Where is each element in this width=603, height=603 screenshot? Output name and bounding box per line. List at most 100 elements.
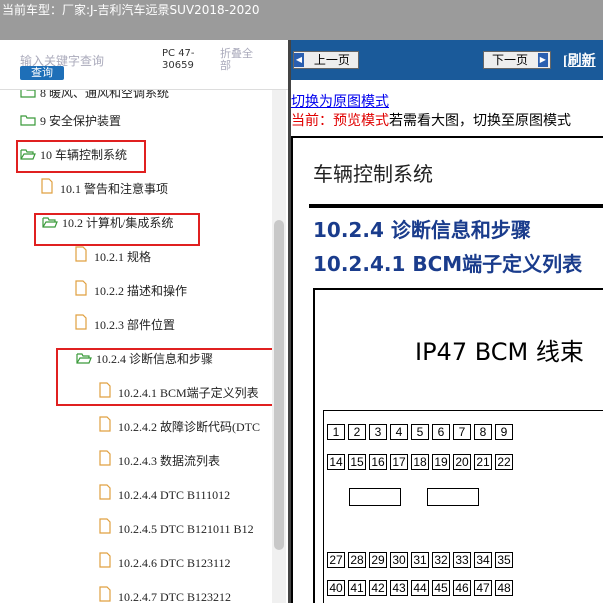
- connector-pin: 44: [411, 580, 429, 596]
- connector-pin: 40: [327, 580, 345, 596]
- connector-pin: 15: [348, 454, 366, 470]
- connector-pin: 22: [495, 454, 513, 470]
- doc-heading: 车辆控制系统: [313, 162, 433, 186]
- tree-item-label: 10.2.4.3 数据流列表: [118, 454, 221, 468]
- current-mode-suffix: 若需看大图，切换至原图模式: [389, 114, 571, 129]
- document-icon: [74, 246, 90, 262]
- tree-item[interactable]: 10.1 警告和注意事项: [40, 178, 168, 200]
- connector-latch: [349, 488, 401, 506]
- next-page-label: 下一页: [492, 53, 529, 67]
- document-icon: [74, 314, 90, 330]
- tree-item[interactable]: 10.2.4.7 DTC B123212: [98, 586, 231, 603]
- connector-pin: 1: [327, 424, 345, 440]
- tree-item-label: 10.2.1 规格: [94, 250, 152, 264]
- connector-pin: 17: [390, 454, 408, 470]
- tree-item-label: 10.2.2 描述和操作: [94, 284, 188, 298]
- doc-subsection: 10.2.4.1 BCM端子定义列表: [313, 252, 583, 276]
- document-icon: [98, 484, 114, 500]
- document-icon: [98, 552, 114, 568]
- connector-pin: 41: [348, 580, 366, 596]
- current-mode-prefix: 当前：预览模式: [291, 114, 389, 129]
- search-area: 输入关键字查询 查询 PC 47-30659 折叠全部: [0, 40, 288, 90]
- page-nav-bar: ◀ 上一页 下一页 ▶ [刷新: [291, 40, 603, 80]
- tree-item[interactable]: 8 暖风、通风和空调系统: [20, 90, 169, 104]
- connector-pin: 6: [432, 424, 450, 440]
- connector-pin: 8: [474, 424, 492, 440]
- pc-code: PC 47-30659: [162, 48, 195, 71]
- scrollbar-thumb[interactable]: [274, 220, 284, 550]
- connector-pin: 31: [411, 552, 429, 568]
- tree-item-label: 10.1 警告和注意事项: [60, 182, 169, 196]
- connector-pin: 7: [453, 424, 471, 440]
- connector-pin: 27: [327, 552, 345, 568]
- prev-page-label: 上一页: [313, 53, 350, 67]
- connector-pin: 19: [432, 454, 450, 470]
- connector-pin: 33: [453, 552, 471, 568]
- connector-pin: 35: [495, 552, 513, 568]
- highlight-box: [16, 140, 146, 173]
- collapse-all-button[interactable]: 折叠全部: [220, 48, 260, 72]
- connector-pin: 21: [474, 454, 492, 470]
- tree-item[interactable]: 10.2.4.6 DTC B123112: [98, 552, 231, 574]
- tree-item[interactable]: 10.2.2 描述和操作: [74, 280, 187, 302]
- right-arrow-icon: ▶: [537, 53, 548, 67]
- document-icon: [98, 586, 114, 602]
- connector-pin: 14: [327, 454, 345, 470]
- tree-item-label: 10.2.4.7 DTC B123212: [118, 590, 232, 603]
- connector-pin: 42: [369, 580, 387, 596]
- connector-pin: 2: [348, 424, 366, 440]
- document-icon: [40, 178, 56, 194]
- tree-scrollbar[interactable]: [272, 90, 286, 603]
- current-mode-text: 当前：预览模式若需看大图，切换至原图模式: [291, 110, 571, 130]
- connector-pin: 20: [453, 454, 471, 470]
- connector-pin: 43: [390, 580, 408, 596]
- connector-pin: 9: [495, 424, 513, 440]
- vehicle-title: 当前车型：厂家:J-吉利汽车远景SUV2018-2020: [2, 3, 260, 17]
- tree-item-label: 9 安全保护装置: [40, 114, 122, 128]
- connector-pin: 32: [432, 552, 450, 568]
- connector-pin: 34: [474, 552, 492, 568]
- connector-pin: 16: [369, 454, 387, 470]
- tree-item[interactable]: 10.2.4.2 故障诊断代码(DTC: [98, 416, 260, 438]
- switch-mode-link[interactable]: 切换为原图模式: [291, 91, 389, 111]
- document-page: 车辆控制系统 10.2.4 诊断信息和步骤 10.2.4.1 BCM端子定义列表…: [291, 136, 603, 603]
- left-arrow-icon: ◀: [294, 53, 304, 67]
- folder-icon: [20, 90, 36, 98]
- connector-pin: 18: [411, 454, 429, 470]
- title-bar: 当前车型：厂家:J-吉利汽车远景SUV2018-2020: [0, 0, 603, 40]
- highlight-box: [34, 213, 200, 246]
- doc-section: 10.2.4 诊断信息和步骤: [313, 218, 531, 242]
- tree-item-label: 10.2.4.6 DTC B123112: [118, 556, 231, 570]
- tree-item[interactable]: 10.2.4.3 数据流列表: [98, 450, 220, 472]
- tree-item-label: 10.2.4.4 DTC B111012: [118, 488, 231, 502]
- heading-rule: [309, 204, 603, 208]
- left-panel: 输入关键字查询 查询 PC 47-30659 折叠全部 8 暖风、通风和空调系统…: [0, 40, 288, 603]
- connector-pin: 46: [453, 580, 471, 596]
- highlight-box: [56, 348, 274, 406]
- query-button[interactable]: 查询: [20, 66, 64, 80]
- connector-pin: 47: [474, 580, 492, 596]
- document-icon: [98, 518, 114, 534]
- next-page-button[interactable]: 下一页 ▶: [483, 51, 551, 69]
- folder-icon: [20, 111, 36, 126]
- connector-pin: 30: [390, 552, 408, 568]
- connector-pin: 48: [495, 580, 513, 596]
- connector-latch: [427, 488, 479, 506]
- connector-pin: 29: [369, 552, 387, 568]
- prev-page-button[interactable]: ◀ 上一页: [293, 51, 359, 69]
- connector-diagram: IP47 BCM 线束 1 2 3 4 5 6 7 8 9 14 15 16 17 18 19 20 21 22 2…: [313, 288, 603, 603]
- tree-item[interactable]: 10.2.4.5 DTC B121011 B12: [98, 518, 254, 540]
- tree-item-label: 10.2.4.5 DTC B121011 B12: [118, 522, 254, 536]
- connector-pin: 4: [390, 424, 408, 440]
- tree-item-label: 10.2.3 部件位置: [94, 318, 176, 332]
- connector-pin: 5: [411, 424, 429, 440]
- tree-item[interactable]: 9 安全保护装置: [20, 110, 121, 132]
- document-icon: [98, 450, 114, 466]
- diagram-caption: IP47 BCM 线束: [415, 338, 584, 366]
- tree-item[interactable]: 10.2.3 部件位置: [74, 314, 175, 336]
- tree-item[interactable]: 10.2.1 规格: [74, 246, 151, 268]
- tree-item[interactable]: 10.2.4.4 DTC B111012: [98, 484, 230, 506]
- connector-pin: 45: [432, 580, 450, 596]
- refresh-link[interactable]: [刷新: [563, 50, 596, 70]
- document-icon: [98, 416, 114, 432]
